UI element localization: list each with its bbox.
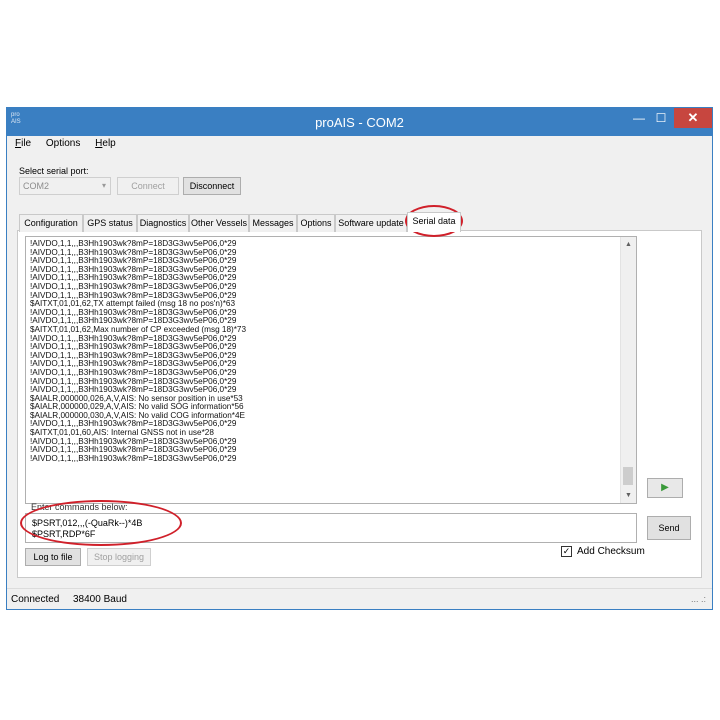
- minimize-button[interactable]: —: [627, 108, 651, 128]
- tab-software-update[interactable]: Software update: [335, 214, 407, 232]
- tab-options[interactable]: Options: [297, 214, 335, 232]
- check-icon: ✓: [562, 546, 571, 556]
- add-checksum-checkbox[interactable]: ✓: [561, 546, 572, 557]
- serial-port-select: COM2 ▾: [19, 177, 111, 195]
- menu-file[interactable]: File: [15, 138, 31, 149]
- minimize-icon: —: [633, 111, 645, 125]
- command-input[interactable]: $PSRT,012,,,(-QuaRk--)*4B $PSRT,RDP*6F: [25, 513, 637, 543]
- app-window: pro AIS proAIS - COM2 — ☐ ✕ File Options…: [6, 107, 713, 610]
- status-bar: Connected 38400 Baud ... .:: [7, 588, 712, 609]
- serial-port-value: COM2: [23, 181, 50, 191]
- log-line: !AIVDO,1,1,,,B3Hh1903wk?8mP=18D3G3wv5eP0…: [30, 453, 237, 463]
- send-button[interactable]: Send: [647, 516, 691, 540]
- tab-other-vessels[interactable]: Other Vessels: [189, 214, 249, 232]
- play-button[interactable]: ▶: [647, 478, 683, 498]
- scroll-thumb[interactable]: [623, 467, 633, 485]
- tab-configuration[interactable]: Configuration: [19, 214, 83, 232]
- serial-port-label: Select serial port:: [19, 166, 89, 176]
- chevron-down-icon: ▾: [101, 181, 106, 190]
- resize-grip-icon[interactable]: ... .:: [691, 594, 706, 604]
- connect-button: Connect: [117, 177, 179, 195]
- menu-help[interactable]: Help: [95, 138, 116, 149]
- connection-status: Connected: [11, 594, 60, 605]
- log-scrollbar[interactable]: ▲ ▼: [620, 237, 636, 503]
- log-to-file-button[interactable]: Log to file: [25, 548, 81, 566]
- close-button[interactable]: ✕: [674, 108, 712, 128]
- tab-diagnostics[interactable]: Diagnostics: [137, 214, 189, 232]
- serial-log-lines: !AIVDO,1,1,,,B3Hh1903wk?8mP=18D3G3wv5eP0…: [30, 239, 610, 463]
- close-icon: ✕: [687, 110, 699, 125]
- menu-bar: File Options Help: [15, 138, 128, 154]
- window-title: proAIS - COM2: [315, 115, 404, 130]
- menu-options[interactable]: Options: [46, 138, 80, 149]
- tab-serial-data[interactable]: Serial data: [407, 212, 461, 232]
- scroll-up-icon[interactable]: ▲: [625, 241, 632, 248]
- stop-logging-button: Stop logging: [87, 548, 151, 566]
- baud-rate: 38400 Baud: [73, 594, 127, 605]
- command-line-2: $PSRT,RDP*6F: [32, 529, 96, 539]
- tab-messages[interactable]: Messages: [249, 214, 297, 232]
- serial-log[interactable]: !AIVDO,1,1,,,B3Hh1903wk?8mP=18D3G3wv5eP0…: [25, 236, 637, 504]
- tab-gps-status[interactable]: GPS status: [83, 214, 137, 232]
- play-icon: ▶: [661, 482, 669, 493]
- scroll-down-icon[interactable]: ▼: [625, 492, 632, 499]
- disconnect-button[interactable]: Disconnect: [183, 177, 241, 195]
- title-bar[interactable]: pro AIS proAIS - COM2 — ☐ ✕: [7, 108, 712, 136]
- maximize-button[interactable]: ☐: [649, 108, 673, 128]
- command-line-1: $PSRT,012,,,(-QuaRk--)*4B: [32, 518, 143, 528]
- maximize-icon: ☐: [655, 111, 667, 125]
- commands-label: Enter commands below:: [31, 502, 128, 512]
- add-checksum-label: Add Checksum: [577, 546, 645, 557]
